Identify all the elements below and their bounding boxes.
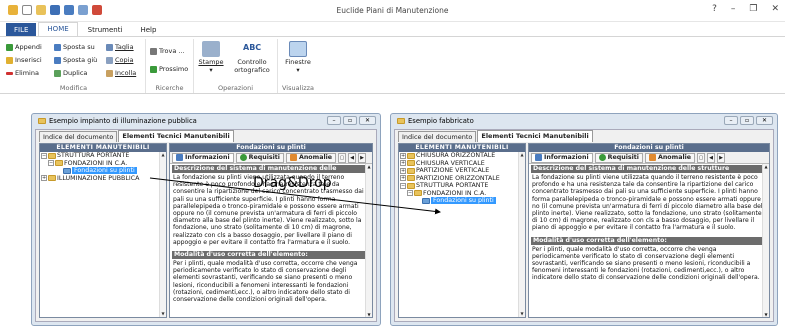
drag-drop-label: Drag&Drop — [253, 175, 332, 191]
drag-drop-arrow — [149, 177, 441, 215]
